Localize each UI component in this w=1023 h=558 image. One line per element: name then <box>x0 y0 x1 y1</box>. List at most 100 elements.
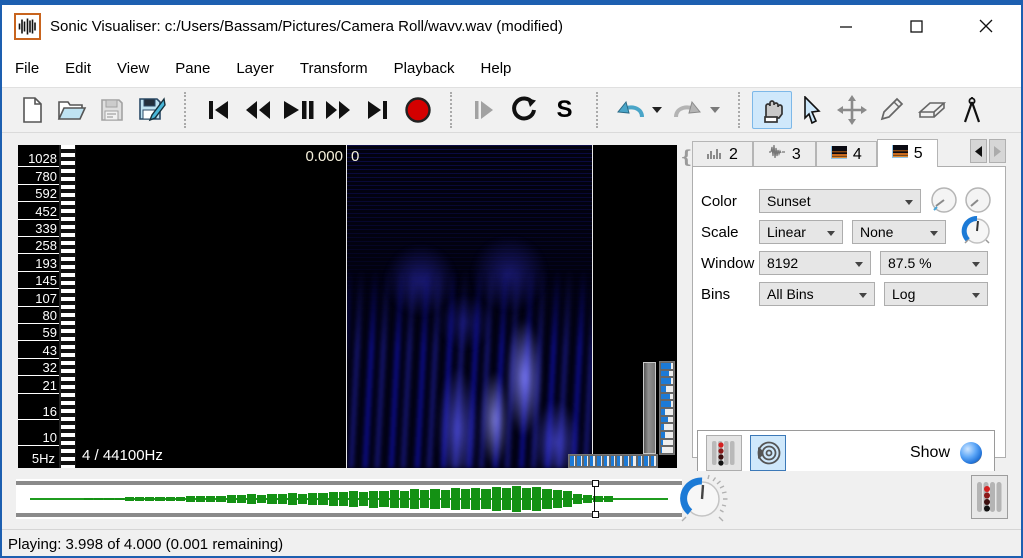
freq-tick-label: 592 <box>18 187 59 203</box>
show-toggle-led[interactable] <box>960 442 982 464</box>
wheel-segment <box>660 385 674 393</box>
toolbar-separator <box>596 92 598 128</box>
wheel-segment <box>636 455 644 467</box>
freq-tick-label: 1028 <box>18 152 59 168</box>
overview-waveform[interactable] <box>16 479 682 519</box>
wheel-segment <box>616 455 624 467</box>
bin-scale-combo[interactable]: Log <box>884 282 988 306</box>
undo-dropdown-arrow[interactable] <box>652 107 662 113</box>
menu-view[interactable]: View <box>104 55 162 82</box>
menu-edit[interactable]: Edit <box>52 55 104 82</box>
play-selection-button[interactable] <box>464 91 504 129</box>
window-overlap-combo[interactable]: 87.5 % <box>880 251 988 275</box>
spectrogram-view[interactable]: 0.000 0 4 / 44100Hz <box>76 145 677 468</box>
menu-transform[interactable]: Transform <box>287 55 381 82</box>
wheel-segment <box>660 377 674 386</box>
layer-tab-bar: 2 3 4 5 <box>692 139 1008 167</box>
properties-dock: 2345 Color Sunset Scale Linear None Wind… <box>692 139 1008 476</box>
layer-tab-3[interactable]: 3 <box>752 141 816 167</box>
wheel-segment <box>660 438 674 447</box>
waveform-layer-icon <box>768 144 786 164</box>
rewind-button[interactable] <box>238 91 278 129</box>
select-tool-button[interactable] <box>792 91 832 129</box>
wheel-segment <box>660 431 674 439</box>
undo-button[interactable] <box>610 91 650 129</box>
open-file-button[interactable] <box>52 91 92 129</box>
toolbar-separator <box>184 92 186 128</box>
maximize-button[interactable] <box>881 5 951 47</box>
wheel-segment <box>660 408 674 416</box>
playback-level-button[interactable] <box>971 475 1008 519</box>
wheel-segment <box>596 455 603 467</box>
rewind-to-start-button[interactable] <box>198 91 238 129</box>
toolbar: S <box>2 87 1021 133</box>
fast-forward-button[interactable] <box>318 91 358 129</box>
horizontal-zoom-wheel[interactable] <box>568 454 658 468</box>
freq-tick-label: 107 <box>18 292 59 307</box>
spectrogram-pane[interactable]: 1028 780 592 452 339 258 193 145 107 80 59 43 32 21 16… <box>18 145 677 468</box>
freq-tick-label: 21 <box>18 379 59 394</box>
save-session-as-button[interactable] <box>132 91 172 129</box>
main-area: 1028 780 592 452 339 258 193 145 107 80 59 43 32 21 16… <box>2 133 1021 476</box>
minimize-button[interactable] <box>811 5 881 47</box>
fast-forward-to-end-button[interactable] <box>358 91 398 129</box>
navigate-tool-button[interactable] <box>752 91 792 129</box>
play-audition-button[interactable] <box>750 435 786 471</box>
playback-speed-knob[interactable] <box>678 473 730 532</box>
menu-pane[interactable]: Pane <box>162 55 223 82</box>
spectrogram-layer-icon <box>830 145 847 164</box>
freq-tick-label: 452 <box>18 205 59 220</box>
fader-button[interactable] <box>706 435 742 471</box>
cursor-time-label: 0.000 <box>305 148 343 165</box>
redo-button[interactable] <box>668 91 708 129</box>
color-label: Color <box>701 192 737 210</box>
tab-scroll-right-button[interactable] <box>989 139 1006 163</box>
save-session-button[interactable] <box>92 91 132 129</box>
layer-visibility-box: Show <box>697 430 995 476</box>
wheel-segment <box>660 362 674 370</box>
gain-knob[interactable] <box>929 185 959 220</box>
solo-button[interactable]: S <box>544 91 584 129</box>
measure-tool-button[interactable] <box>952 91 992 129</box>
wheel-segment <box>660 446 674 455</box>
scale-combo[interactable]: Linear <box>759 220 843 244</box>
title-bar[interactable]: Sonic Visualiser: c:/Users/Bassam/Pictur… <box>2 5 1021 47</box>
frequency-scale: 1028 780 592 452 339 258 193 145 107 80 59 43 32 21 16… <box>18 145 59 468</box>
edit-tool-button[interactable] <box>832 91 872 129</box>
bin-display-combo[interactable]: All Bins <box>759 282 875 306</box>
loop-playback-button[interactable] <box>504 91 544 129</box>
menu-help[interactable]: Help <box>468 55 525 82</box>
close-button[interactable] <box>951 5 1021 47</box>
bottom-panel <box>2 471 1021 529</box>
new-session-button[interactable] <box>12 91 52 129</box>
vertical-zoom-wheel[interactable] <box>659 361 675 455</box>
draw-tool-button[interactable] <box>872 91 912 129</box>
wheel-segment <box>643 455 651 467</box>
spectrogram-layer-icon <box>891 144 908 163</box>
layer-tab-4[interactable]: 4 <box>815 141 877 167</box>
record-button[interactable] <box>398 91 438 129</box>
normalization-combo[interactable]: None <box>852 220 946 244</box>
layer-tab-2[interactable]: 2 <box>692 141 753 167</box>
play-pause-button[interactable] <box>278 91 318 129</box>
freq-bottom-label: 5Hz <box>31 451 55 466</box>
menu-file[interactable]: File <box>2 55 52 82</box>
vertical-scale-knob[interactable] <box>961 215 993 252</box>
freq-tick-label: 10 <box>18 431 59 446</box>
menu-playback[interactable]: Playback <box>381 55 468 82</box>
file-toolbar-group <box>2 88 182 132</box>
erase-tool-button[interactable] <box>912 91 952 129</box>
freq-tick-label: 16 <box>18 405 59 420</box>
window-size-combo[interactable]: 8192 <box>759 251 871 275</box>
tab-label: 2 <box>729 145 738 163</box>
layer-tab-5[interactable]: 5 <box>876 139 938 167</box>
tab-scroll-left-button[interactable] <box>970 139 987 163</box>
scale-label: Scale <box>701 223 739 241</box>
menu-layer[interactable]: Layer <box>223 55 287 82</box>
redo-dropdown-arrow[interactable] <box>710 107 720 113</box>
vertical-zoom-thumb[interactable] <box>643 362 656 454</box>
color-combo[interactable]: Sunset <box>759 189 921 213</box>
overview-playhead[interactable] <box>592 480 599 518</box>
freq-tick-label: 32 <box>18 361 59 377</box>
bar-chart-layer-icon <box>707 146 723 164</box>
